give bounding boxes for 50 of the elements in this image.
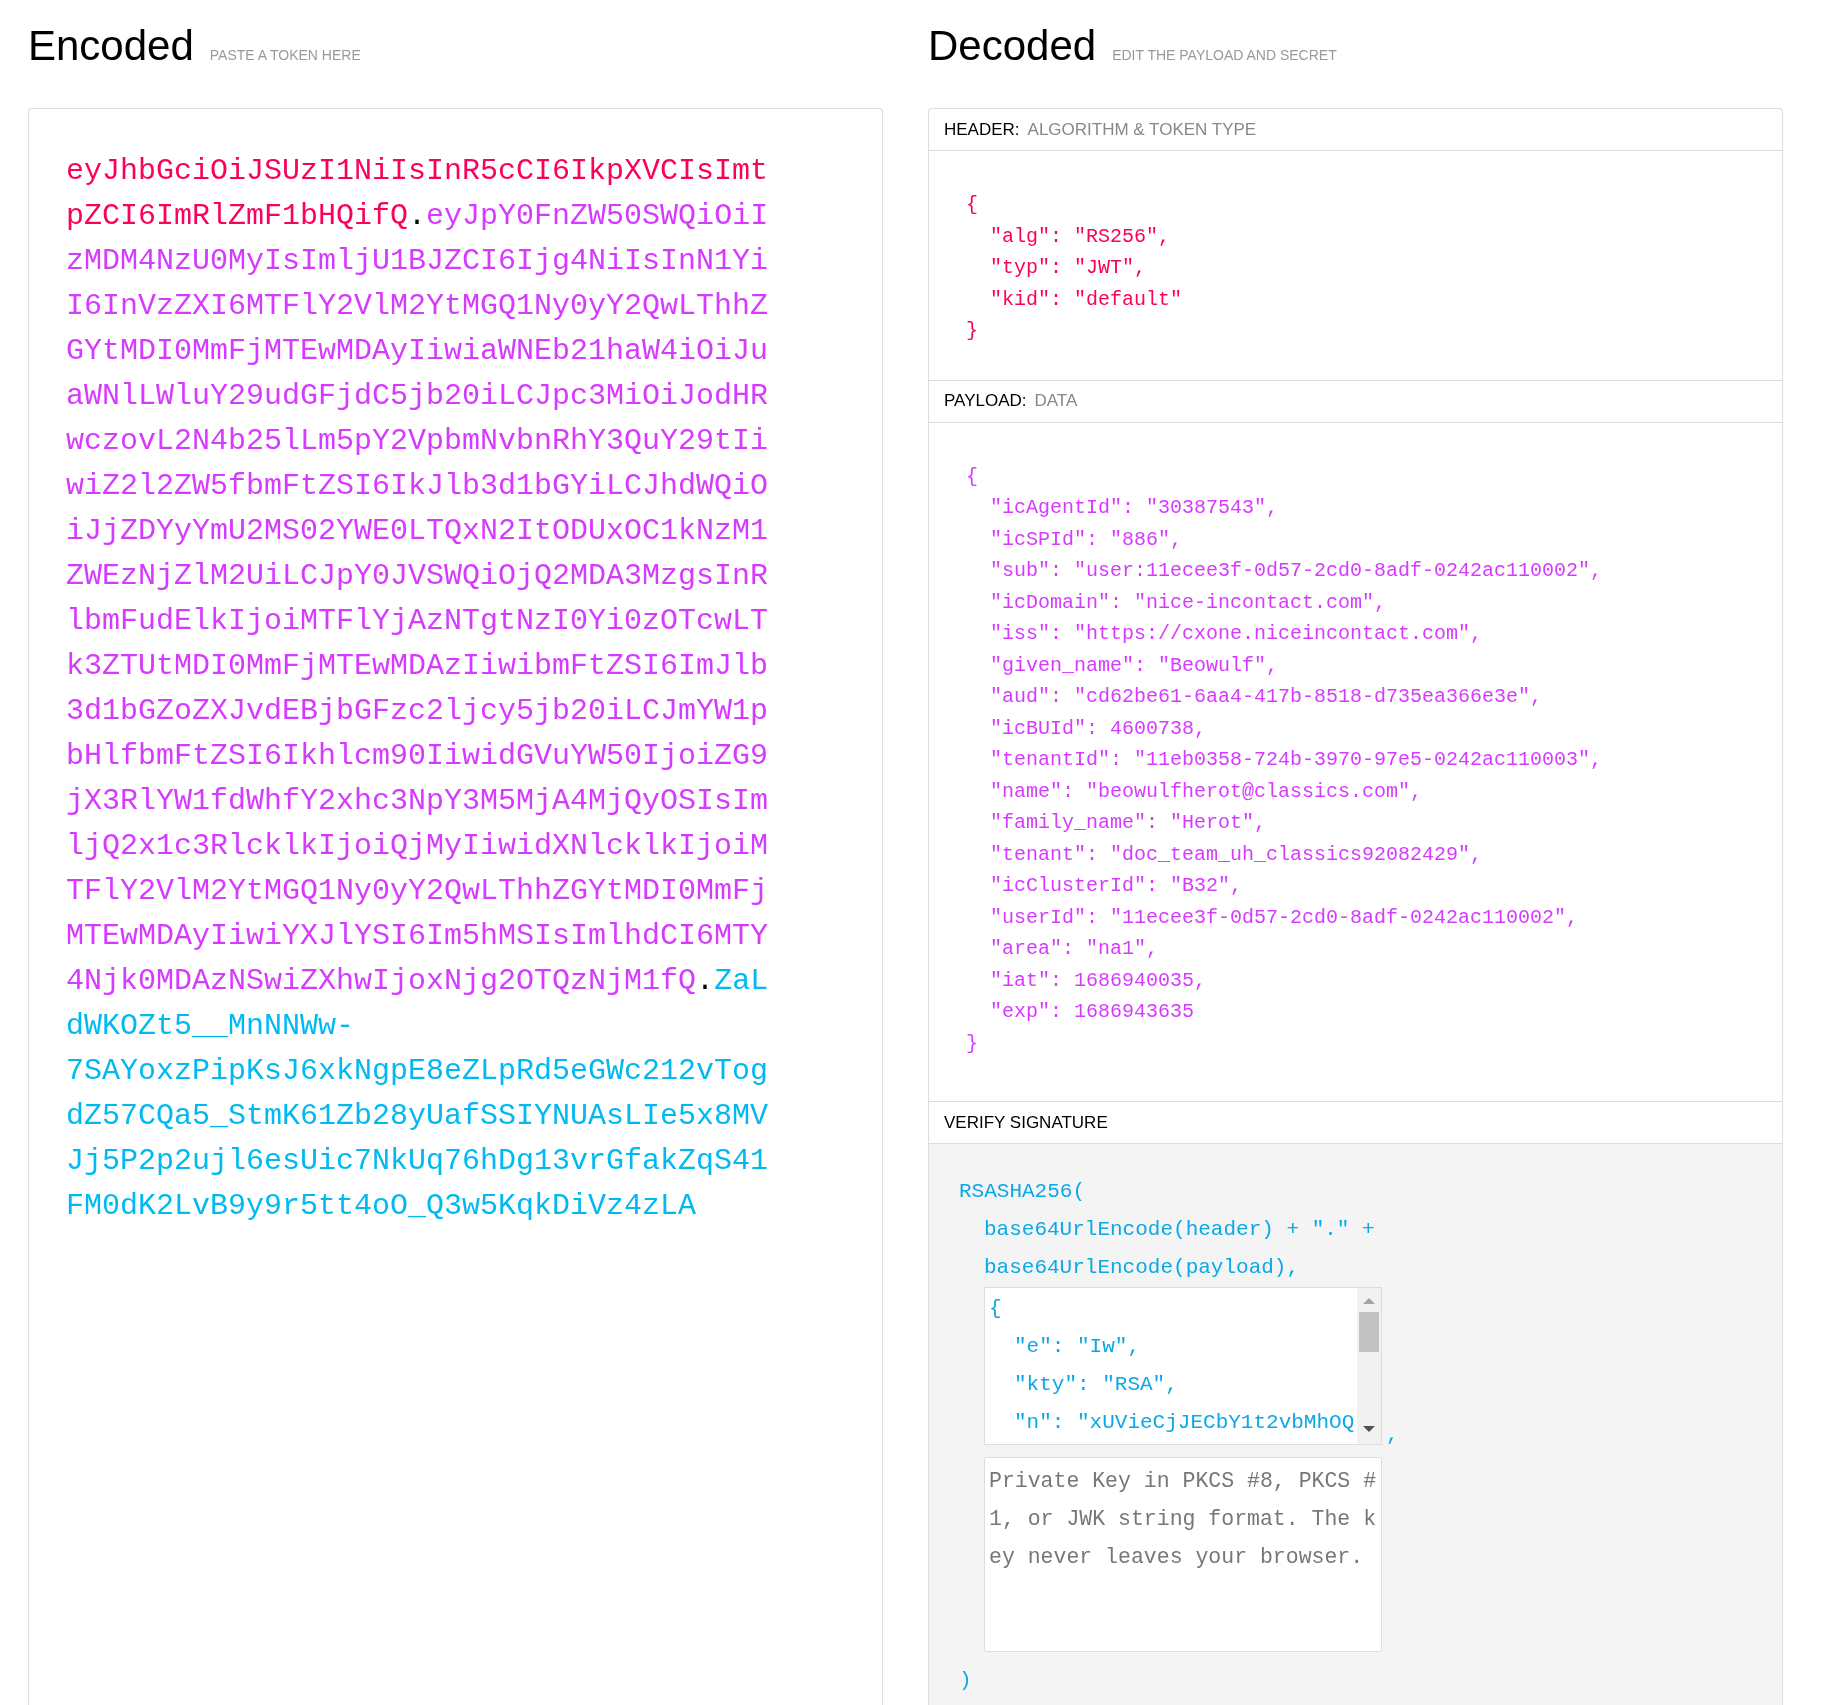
code-line: "n": "xUVieCjJECbY1t2vbMhOQ <box>1013 1410 1353 1436</box>
code-line: } <box>966 1030 979 1057</box>
code-line: "area": "na1", <box>989 936 1160 962</box>
code-line: "aud": "cd62be61-6aa4-417b-8518-d735ea366e3e", <box>989 684 1544 710</box>
encoded-hint: PASTE A TOKEN HERE <box>209 47 361 63</box>
code-line: "kty": "RSA", <box>1013 1372 1179 1398</box>
section-label: VERIFY SIGNATURE <box>944 1112 1108 1133</box>
scrollbar-thumb[interactable] <box>1359 1312 1379 1352</box>
code-line: "family_name": "Herot", <box>989 810 1268 836</box>
code-line: "icSPId": "886", <box>989 526 1184 553</box>
code-line: "iss": "https://cxone.niceincontact.com", <box>989 621 1484 647</box>
code-line: base64UrlEncode(payload), <box>983 1255 1301 1281</box>
scroll-down-arrow-icon[interactable] <box>1363 1426 1375 1432</box>
code-line: "tenant": "doc_team_uh_classics92082429", <box>989 841 1484 868</box>
public-key-field[interactable]: { "e": "Iw", "kty": "RSA", "n": "xUVieCjJECbY1t2vbMhOQ <box>984 1287 1382 1445</box>
code-line: "sub": "user:11ecee3f-0d57-2cd0-8adf-0242ac110002", <box>989 558 1604 584</box>
section-sublabel: DATA <box>1034 391 1078 411</box>
decoded-hint: EDIT THE PAYLOAD AND SECRET <box>1112 47 1337 63</box>
code-line: "icDomain": "nice-incontact.com", <box>989 589 1388 616</box>
code-line: { <box>966 463 979 490</box>
encoded-title: Encoded <box>28 22 194 70</box>
code-line: } <box>966 318 979 344</box>
code-line: { <box>989 1296 1003 1322</box>
section-label: HEADER: <box>944 119 1020 140</box>
scrollbar[interactable] <box>1357 1288 1381 1444</box>
code-line: base64UrlEncode(header) + "." + <box>983 1217 1376 1243</box>
code-line: "e": "Iw", <box>1013 1334 1142 1360</box>
section-sublabel: ALGORITHM & TOKEN TYPE <box>1027 119 1257 140</box>
code-line: "iat": 1686940035, <box>989 967 1208 994</box>
decoded-title: Decoded <box>928 22 1097 70</box>
code-line: "userId": "11ecee3f-0d57-2cd0-8adf-0242ac110002", <box>989 904 1580 931</box>
code-line: "given_name": "Beowulf", <box>989 652 1280 679</box>
code-line: "exp": 1686943635 <box>989 999 1196 1025</box>
code-line: "tenantId": "11eb0358-724b-3970-97e5-0242ac110003", <box>989 747 1604 773</box>
code-line: "icClusterId": "B32", <box>989 873 1244 899</box>
code-line: ) <box>959 1668 973 1694</box>
code-line: "icAgentId": "30387543", <box>989 495 1280 521</box>
code-line: "alg": "RS256", <box>989 223 1172 250</box>
code-line: "typ": "JWT", <box>989 255 1148 281</box>
code-line: "name": "beowulfherot@classics.com", <box>989 778 1424 805</box>
section-label: PAYLOAD: <box>944 391 1027 411</box>
header-editor[interactable]: { "alg": "RS256", "typ": "JWT", "kid": "default" } <box>929 151 1782 381</box>
code-line: { <box>966 192 979 218</box>
private-key-field[interactable]: Private Key in PKCS #8, PKCS #1, or JWK string format. The key never leaves your browser. <box>984 1457 1382 1652</box>
scroll-up-arrow-icon[interactable] <box>1363 1298 1375 1304</box>
code-line: RSASHA256( <box>959 1179 1087 1205</box>
token-input[interactable]: eyJhbGciOiJSUzI1NiIsInR5cCI6IkpXVCIsImtpZCI6ImRlZmF1bHQifQ.eyJpY0FnZW50SWQiOiIzMDM4NzU0MyIsImljU1BJZCI6Ijg4NiIsInN1YiI6InVzZXI6MTFlY2VlM2YtMGQ1Ny0yY2QwLThhZGYtMDI0MmFjMTEwMDAyIiwiaWNEb21haW4iOiJuaWNlLWluY29udGFjdC5jb20iLCJpc3MiOiJodHRwczovL2N4b25lLm5pY2VpbmNvbnRhY3QuY29tIiwiZ2l2ZW5fbmFtZSI6IkJlb3d1bGYiLCJhdWQiOiJjZDYyYmU2MS02YWE0LTQxN2ItODUxOC1kNzM1ZWEzNjZlM2UiLCJpY0JVSWQiOjQ2MDA3MzgsInRlbmFudElkIjoiMTFlYjAzNTgtNzI0Yi0zOTcwLTk3ZTUtMDI0MmFjMTEwMDAzIiwibmFtZSI6ImJlb3d1bGZoZXJvdEBjbGFzc2ljcy5jb20iLCJmYW1pbHlfbmFtZSI6Ikhlcm90IiwidGVuYW50IjoiZG9jX3RlYW1fdWhfY2xhc3NpY3M5MjA4MjQyOSIsImljQ2x1c3RlcklkIjoiQjMyIiwidXNlcklkIjoiMTFlY2VlM2YtMGQ1Ny0yY2QwLThhZGYtMDI0MmFjMTEwMDAyIiwiYXJlYSI6Im5hMSIsImlhdCI6MTY4Njk0MDAzNSwiZXhwIjoxNjg2OTQzNjM1fQ.ZaLdWKOZt5__MnNNWw-7SAYoxzPipKsJ6xkNgpE8eZLpRd5eGWc212vTogdZ57CQa5_StmK61Zb28yUafSSIYNUAsLIe5x8MVJj5P2p2ujl6esUic7NkUq76hDg13vrGfakZqS41FM0dK2LvB9y9r5tt4oO_Q3w5KqkDiVz4zLA <box>66 149 774 1229</box>
code-line: "kid": "default" <box>989 286 1184 313</box>
comma-text: , <box>1386 1425 1399 1445</box>
code-line: "icBUId": 4600738, <box>989 715 1208 742</box>
